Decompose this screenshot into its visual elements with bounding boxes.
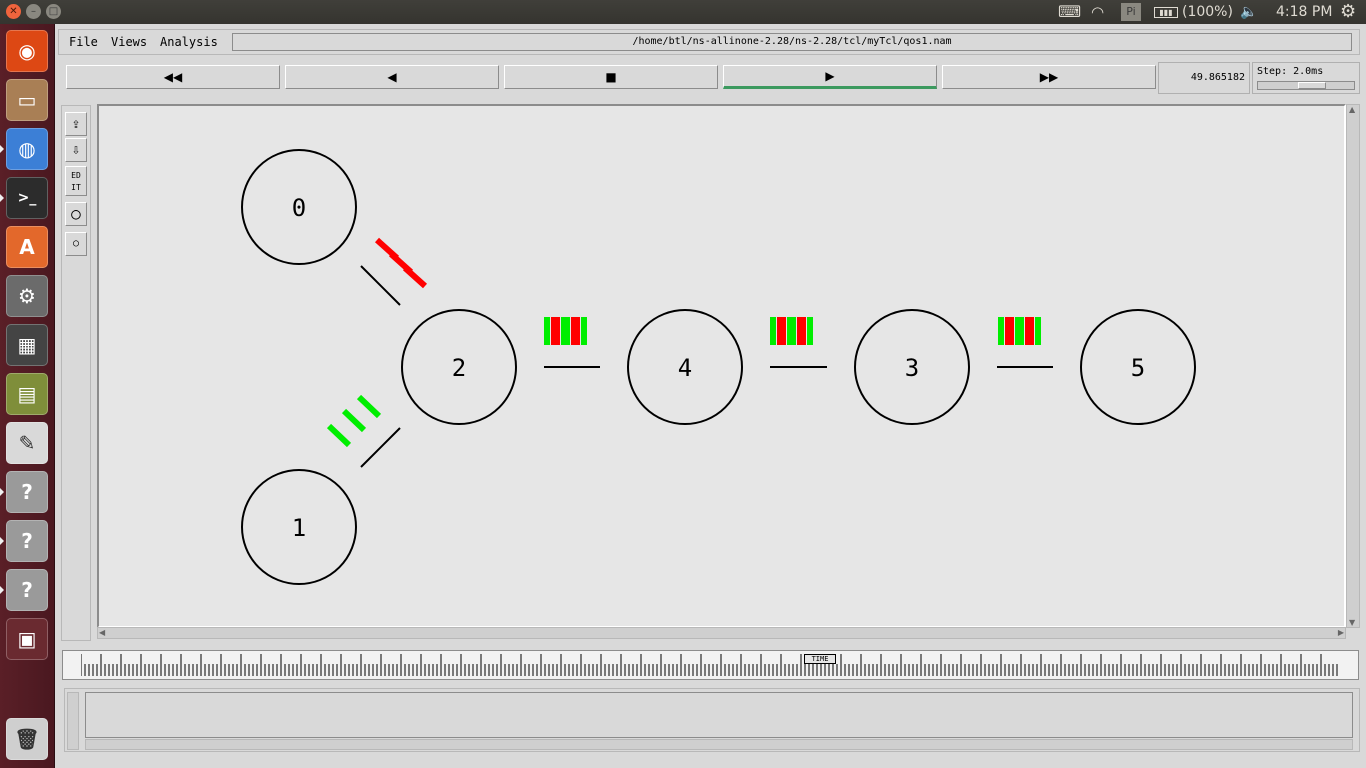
- packet-green: [341, 408, 367, 433]
- packet-red: [1005, 317, 1014, 345]
- files-icon[interactable]: ▭: [6, 79, 48, 121]
- node-label-3: 3: [905, 354, 919, 382]
- node-label-0: 0: [292, 194, 306, 222]
- packet-green: [770, 317, 776, 345]
- network-canvas[interactable]: 0 1 2 4 3 5: [97, 104, 1346, 628]
- scroll-up-icon[interactable]: ▲: [1349, 105, 1355, 114]
- running-indicator: [0, 537, 4, 545]
- packet-green: [807, 317, 813, 345]
- packet-green: [998, 317, 1004, 345]
- packet-red: [571, 317, 580, 345]
- unknown-app-icon[interactable]: ?: [6, 520, 48, 562]
- zoom-out-icon[interactable]: ⇩: [65, 138, 87, 162]
- link-1-2: [360, 427, 401, 468]
- scroll-right-icon[interactable]: ▶: [1338, 628, 1344, 637]
- wifi-icon[interactable]: ◠: [1091, 0, 1104, 24]
- node-label-4: 4: [678, 354, 692, 382]
- step-back-button[interactable]: ◀: [285, 65, 499, 89]
- annotation-text-area[interactable]: [85, 692, 1353, 738]
- pi-icon[interactable]: Pi: [1121, 3, 1141, 21]
- unknown-app-icon[interactable]: ?: [6, 471, 48, 513]
- annotation-horizontal-scrollbar[interactable]: [85, 739, 1353, 750]
- topology-svg[interactable]: 0 1 2 4 3 5: [99, 106, 1344, 626]
- unknown-app-icon[interactable]: ?: [6, 569, 48, 611]
- big-circle-icon[interactable]: ○: [65, 202, 87, 226]
- small-circle-icon[interactable]: ○: [65, 232, 87, 256]
- stop-button[interactable]: ■: [504, 65, 718, 89]
- nam-window: File Views Analysis /home/btl/ns-allinon…: [55, 24, 1366, 768]
- menu-views[interactable]: Views: [111, 35, 147, 49]
- volume-icon[interactable]: 🔈: [1240, 0, 1257, 24]
- step-slider[interactable]: [1257, 81, 1355, 90]
- vertical-scrollbar[interactable]: ▲ ▼: [1346, 104, 1360, 628]
- rewind-button[interactable]: ◀◀: [66, 65, 280, 89]
- play-button[interactable]: ▶: [723, 65, 937, 89]
- packet-green: [1035, 317, 1041, 345]
- running-indicator: [0, 145, 4, 153]
- terminal-icon[interactable]: >_: [6, 177, 48, 219]
- trash-icon[interactable]: 🗑: [6, 718, 48, 760]
- maximize-window-icon[interactable]: □: [46, 4, 61, 19]
- packet-red: [551, 317, 560, 345]
- annotation-panel: [64, 688, 1360, 752]
- battery-icon[interactable]: ▮▮▮: [1154, 7, 1178, 18]
- packet-green: [787, 317, 796, 345]
- keyboard-icon[interactable]: ⌨: [1058, 0, 1081, 24]
- zoom-in-icon[interactable]: ⇪: [65, 112, 87, 136]
- packet-red: [1025, 317, 1034, 345]
- packet-red: [402, 265, 428, 289]
- link-0-2: [360, 265, 401, 306]
- chromium-icon[interactable]: ◍: [6, 128, 48, 170]
- packet-red: [797, 317, 806, 345]
- step-label: Step: 2.0ms: [1257, 66, 1324, 77]
- step-slider-thumb[interactable]: [1298, 82, 1326, 89]
- scroll-left-icon[interactable]: ◀: [99, 628, 105, 637]
- running-indicator: [0, 488, 4, 496]
- packet-green: [581, 317, 587, 345]
- menu-analysis[interactable]: Analysis: [160, 35, 218, 49]
- workspaces-icon[interactable]: ▦: [6, 324, 48, 366]
- tool-column: ⇪ ⇩ ED IT ○ ○: [61, 105, 91, 641]
- packet-green: [326, 423, 352, 448]
- software-center-icon[interactable]: A: [6, 226, 48, 268]
- annotation-vertical-scrollbar[interactable]: [67, 692, 79, 750]
- timeline-ticks: [81, 654, 1338, 676]
- battery-percent[interactable]: (100%): [1182, 0, 1233, 24]
- edit-button[interactable]: ED IT: [65, 166, 87, 196]
- gear-icon[interactable]: ⚙: [1340, 0, 1356, 24]
- text-editor-icon[interactable]: ✎: [6, 422, 48, 464]
- node-label-1: 1: [292, 514, 306, 542]
- close-window-icon[interactable]: ✕: [6, 4, 21, 19]
- ubuntu-dash-icon[interactable]: ◉: [6, 30, 48, 72]
- scroll-down-icon[interactable]: ▼: [1349, 618, 1355, 627]
- launcher: ◉ ▭ ◍ >_ A ⚙ ▦ ▤ ✎??? ▣ 🗑: [0, 24, 55, 768]
- playback-controls: ◀◀ ◀ ■ ▶ ▶▶ 49.865182 Step: 2.0ms: [58, 59, 1360, 95]
- fast-forward-button[interactable]: ▶▶: [942, 65, 1156, 89]
- step-control: Step: 2.0ms: [1252, 62, 1360, 94]
- packet-green: [356, 394, 382, 419]
- file-path: /home/btl/ns-allinone-2.28/ns-2.28/tcl/m…: [232, 33, 1352, 51]
- horizontal-scrollbar[interactable]: ◀ ▶: [97, 627, 1346, 639]
- packet-green: [561, 317, 570, 345]
- packet-red: [777, 317, 786, 345]
- minimize-window-icon[interactable]: –: [26, 4, 41, 19]
- menu-file[interactable]: File: [69, 35, 98, 49]
- menu-bar: File Views Analysis /home/btl/ns-allinon…: [58, 29, 1360, 55]
- packet-green: [1015, 317, 1024, 345]
- system-settings-icon[interactable]: ⚙: [6, 275, 48, 317]
- book-icon[interactable]: ▤: [6, 373, 48, 415]
- current-time: 49.865182: [1158, 62, 1250, 94]
- running-indicator: [0, 194, 4, 202]
- node-label-2: 2: [452, 354, 466, 382]
- top-panel: ✕ – □ ⌨ ◠ Pi ▮▮▮ (100%) 🔈 4:18 PM ⚙: [0, 0, 1366, 24]
- node-label-5: 5: [1131, 354, 1145, 382]
- time-slider[interactable]: TIME: [62, 650, 1359, 680]
- clock[interactable]: 4:18 PM: [1276, 0, 1332, 24]
- time-slider-marker[interactable]: TIME: [804, 654, 836, 664]
- window-switcher-icon[interactable]: ▣: [6, 618, 48, 660]
- packet-green: [544, 317, 550, 345]
- running-indicator: [0, 586, 4, 594]
